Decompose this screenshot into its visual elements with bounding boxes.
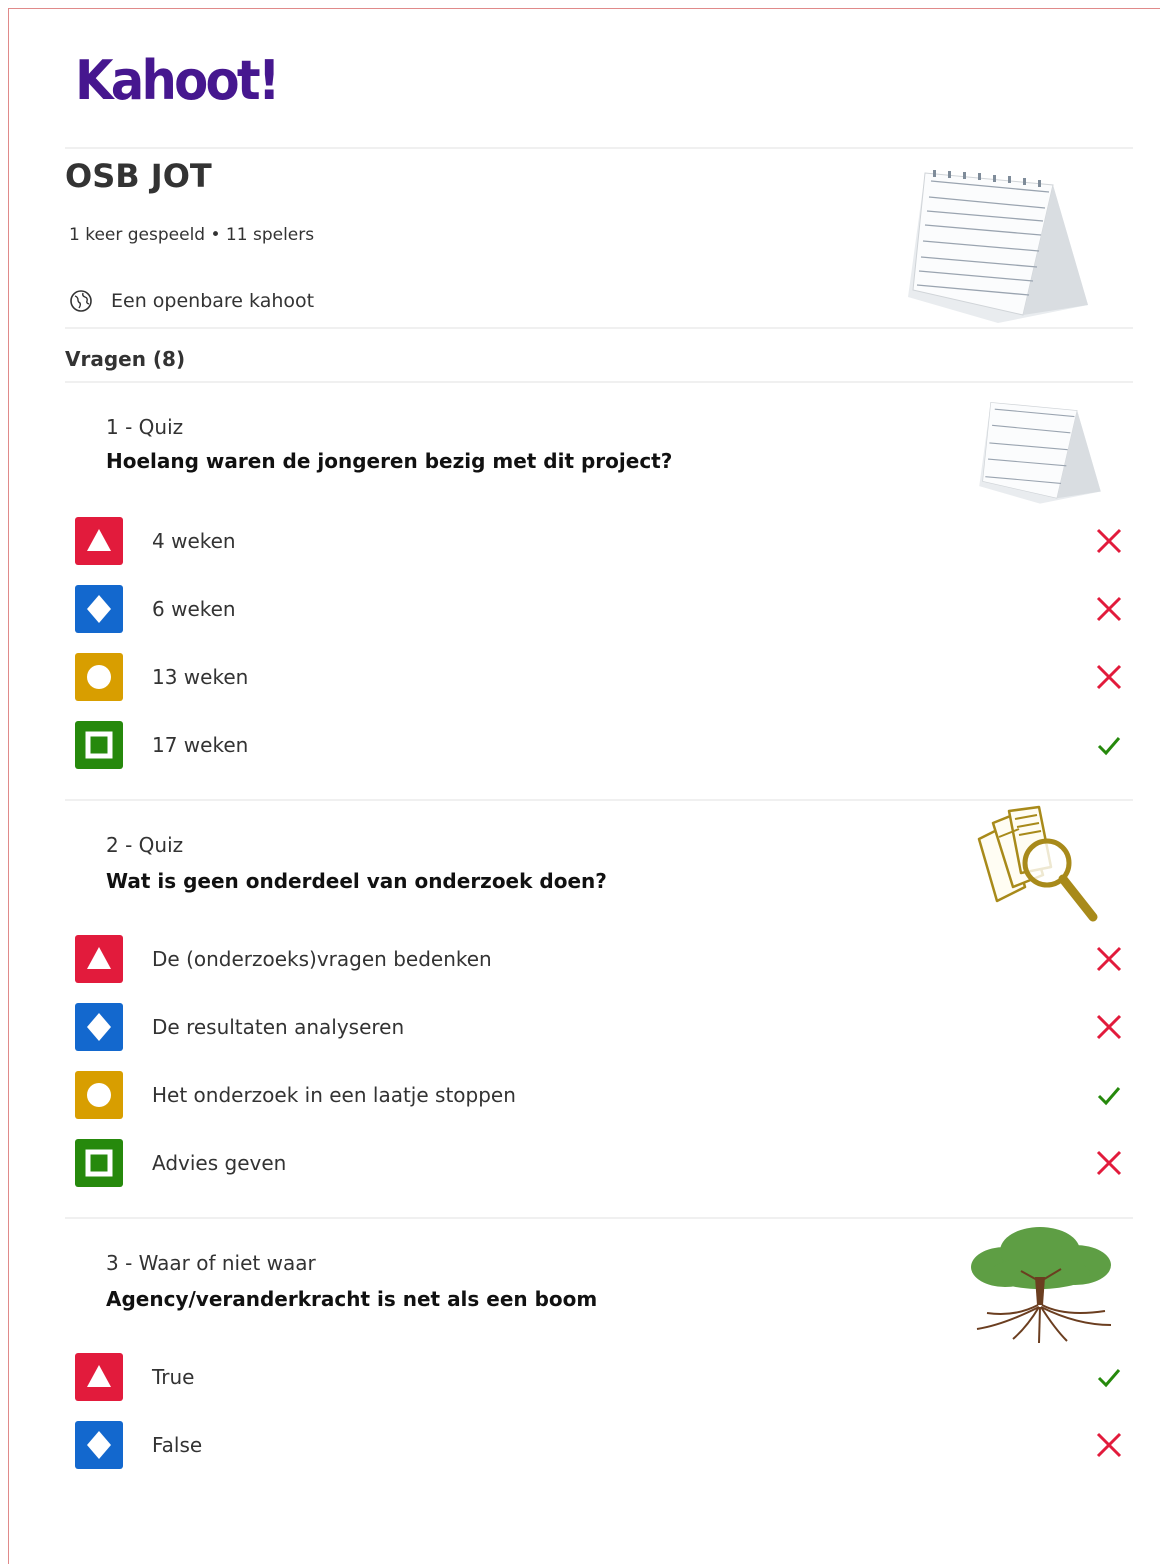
question-type: 2 - Quiz	[106, 833, 184, 857]
answer-text: De (onderzoeks)vragen bedenken	[152, 947, 492, 971]
answer-option: 4 weken	[75, 517, 1125, 567]
divider	[65, 799, 1133, 801]
triangle-icon	[75, 935, 123, 983]
question-text: Wat is geen onderdeel van onderzoek doen…	[106, 869, 607, 893]
checkmark-icon	[1093, 1361, 1125, 1393]
cross-icon	[1093, 1429, 1125, 1461]
answer-text: True	[152, 1365, 195, 1389]
answer-text: 6 weken	[152, 597, 236, 621]
cross-icon	[1093, 1011, 1125, 1043]
checkmark-icon	[1093, 729, 1125, 761]
divider	[65, 381, 1133, 383]
answer-option: 6 weken	[75, 585, 1125, 635]
answer-option: 13 weken	[75, 653, 1125, 703]
page: Kahoot! OSB JOT 1 keer gespeeld • 11 spe…	[8, 8, 1160, 1564]
square-icon	[75, 1139, 123, 1187]
kahoot-title: OSB JOT	[65, 157, 212, 195]
diamond-icon	[75, 585, 123, 633]
circle-icon	[75, 1071, 123, 1119]
answer-text: 13 weken	[152, 665, 249, 689]
answer-option: True	[75, 1353, 1125, 1403]
square-icon	[75, 721, 123, 769]
cross-icon	[1093, 525, 1125, 557]
answer-text: 17 weken	[152, 733, 249, 757]
globe-icon	[70, 290, 92, 312]
question-text: Agency/veranderkracht is net als een boo…	[106, 1287, 598, 1311]
divider	[65, 147, 1133, 149]
desk-calendar-image	[908, 170, 1088, 323]
answer-text: Advies geven	[152, 1151, 287, 1175]
question-text: Hoelang waren de jongeren bezig met dit …	[106, 449, 673, 473]
circle-icon	[75, 653, 123, 701]
answer-option: Advies geven	[75, 1139, 1125, 1189]
diamond-icon	[75, 1421, 123, 1469]
question-type: 1 - Quiz	[106, 415, 184, 439]
answer-text: 4 weken	[152, 529, 236, 553]
question-type: 3 - Waar of niet waar	[106, 1251, 316, 1275]
answer-option: De resultaten analyseren	[75, 1003, 1125, 1053]
play-stats: 1 keer gespeeld • 11 spelers	[69, 225, 315, 245]
visibility-label: Een openbare kahoot	[111, 290, 315, 312]
cross-icon	[1093, 943, 1125, 975]
answer-option: 17 weken	[75, 721, 1125, 771]
answer-text: Het onderzoek in een laatje stoppen	[152, 1083, 516, 1107]
cross-icon	[1093, 593, 1125, 625]
answer-option: De (onderzoeks)vragen bedenken	[75, 935, 1125, 985]
divider	[65, 1217, 1133, 1219]
documents-magnifier-image	[977, 805, 1098, 922]
cross-icon	[1093, 1147, 1125, 1179]
triangle-icon	[75, 517, 123, 565]
visibility-row: Een openbare kahoot	[69, 289, 314, 313]
questions-header: Vragen (8)	[65, 347, 186, 371]
kahoot-logo[interactable]: Kahoot!	[75, 49, 281, 112]
answer-text: False	[152, 1433, 203, 1457]
divider	[65, 327, 1133, 329]
diamond-icon	[75, 1003, 123, 1051]
tree-with-roots-image	[971, 1227, 1112, 1344]
checkmark-icon	[1093, 1079, 1125, 1111]
answer-option: False	[75, 1421, 1125, 1471]
answer-option: Het onderzoek in een laatje stoppen	[75, 1071, 1125, 1121]
triangle-icon	[75, 1353, 123, 1401]
desk-calendar-image	[979, 402, 1101, 504]
cross-icon	[1093, 661, 1125, 693]
answer-text: De resultaten analyseren	[152, 1015, 405, 1039]
